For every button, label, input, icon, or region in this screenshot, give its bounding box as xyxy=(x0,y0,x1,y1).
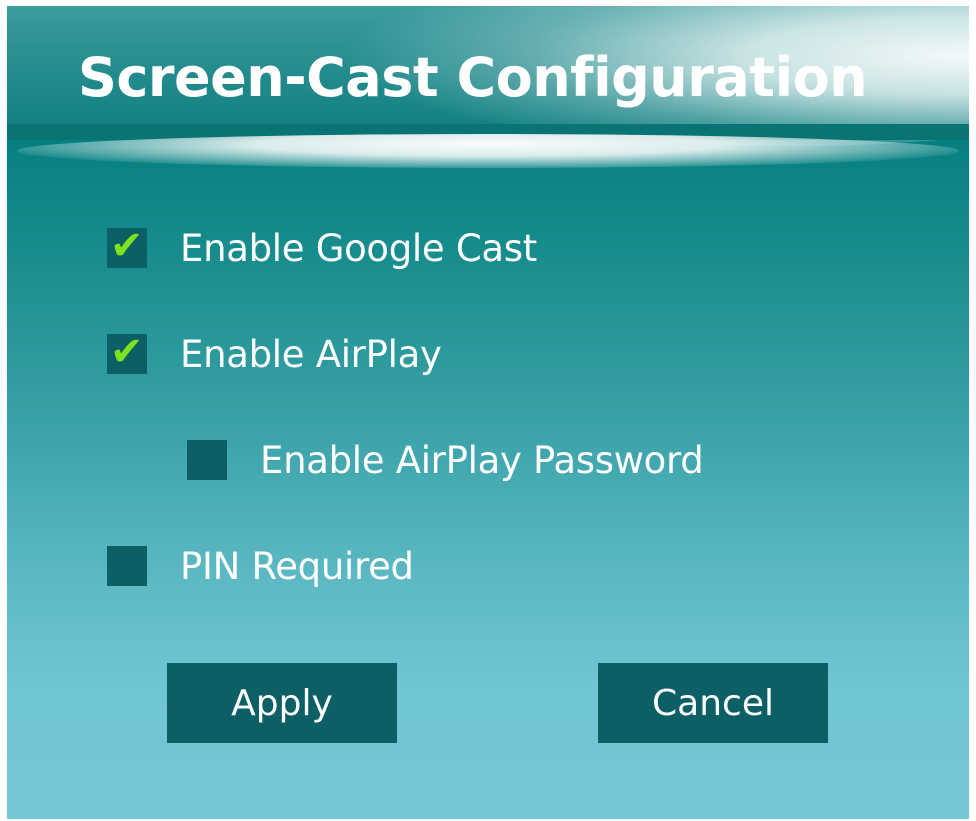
option-enable-airplay[interactable]: ✔ Enable AirPlay xyxy=(107,329,442,376)
title-bar: Screen-Cast Configuration xyxy=(7,6,969,146)
checkbox-enable-airplay[interactable]: ✔ xyxy=(107,329,147,375)
option-enable-google-cast[interactable]: ✔ Enable Google Cast xyxy=(107,223,537,270)
screen-cast-dialog: Screen-Cast Configuration ✔ Enable Googl… xyxy=(7,6,969,819)
option-pin-required[interactable]: PIN Required xyxy=(107,544,414,588)
checkmark-icon: ✔ xyxy=(110,329,144,375)
label-enable-google-cast: Enable Google Cast xyxy=(180,226,537,270)
checkbox-enable-google-cast[interactable]: ✔ xyxy=(107,223,147,269)
label-enable-airplay: Enable AirPlay xyxy=(180,332,442,376)
checkmark-icon: ✔ xyxy=(110,223,144,269)
apply-button[interactable]: Apply xyxy=(167,663,397,743)
option-enable-airplay-password[interactable]: Enable AirPlay Password xyxy=(187,438,704,482)
checkbox-enable-airplay-password[interactable] xyxy=(187,440,227,480)
label-enable-airplay-password: Enable AirPlay Password xyxy=(260,438,704,482)
checkbox-pin-required[interactable] xyxy=(107,546,147,586)
cancel-button[interactable]: Cancel xyxy=(598,663,828,743)
dialog-title: Screen-Cast Configuration xyxy=(78,46,868,109)
title-glow xyxy=(17,134,959,168)
label-pin-required: PIN Required xyxy=(180,544,414,588)
